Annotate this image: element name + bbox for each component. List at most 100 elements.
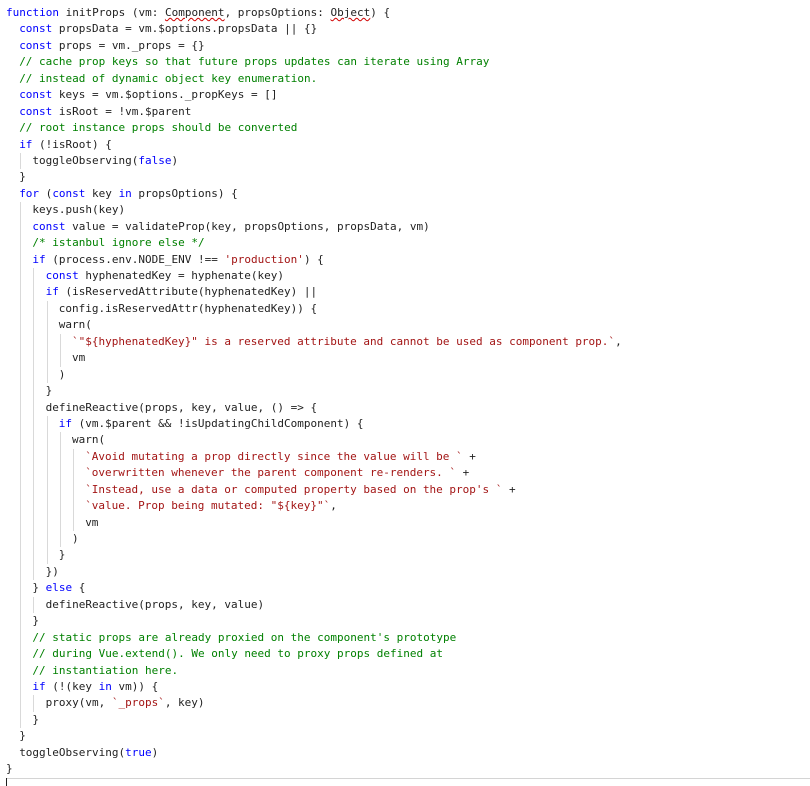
- code-line[interactable]: // cache prop keys so that future props …: [6, 54, 806, 70]
- indent-guide: [20, 415, 22, 433]
- code-token: (isReservedAttribute(hyphenatedKey) ||: [58, 285, 318, 299]
- indent-guide: [20, 498, 22, 515]
- indent-guide: [20, 432, 22, 449]
- indent-guide: [20, 646, 22, 663]
- indent-guide: [20, 695, 22, 712]
- indent-guide: [46, 317, 48, 334]
- code-line[interactable]: }: [6, 383, 806, 400]
- code-line[interactable]: defineReactive(props, key, value, () => …: [6, 399, 806, 416]
- code-line[interactable]: toggleObserving(false): [6, 152, 806, 170]
- code-line[interactable]: if (isReservedAttribute(hyphenatedKey) |…: [6, 284, 806, 301]
- code-line[interactable]: toggleObserving(true): [6, 745, 806, 761]
- code-token: ) {: [303, 252, 324, 266]
- code-area[interactable]: function initProps (vm: Component, props…: [6, 5, 806, 778]
- indent-guide: [33, 317, 35, 334]
- indent-guide: [73, 514, 74, 531]
- code-line[interactable]: }: [6, 169, 806, 185]
- indent-guide: [20, 514, 22, 531]
- indent-guide: [33, 366, 35, 384]
- code-line[interactable]: `overwritten whenever the parent compone…: [6, 465, 806, 482]
- indent-guide: [59, 448, 61, 466]
- code-line[interactable]: // during Vue.extend(). We only need to …: [6, 646, 806, 663]
- code-line[interactable]: const isRoot = !vm.$parent: [6, 104, 806, 120]
- code-line[interactable]: } else {: [6, 580, 806, 597]
- indent-guide: [20, 317, 22, 334]
- code-line[interactable]: /* istanbul ignore else */: [6, 235, 806, 252]
- code-token: props = vm._props = {}: [52, 38, 205, 52]
- keyword-token: function: [6, 6, 59, 19]
- code-line[interactable]: // static props are already proxied on t…: [6, 629, 806, 647]
- code-line[interactable]: // root instance props should be convert…: [6, 120, 806, 136]
- code-line[interactable]: `Instead, use a data or computed propert…: [6, 481, 806, 499]
- string-token: `Instead, use a data or computed propert…: [85, 482, 503, 496]
- code-line[interactable]: `value. Prop being mutated: "${key}"`,: [6, 498, 806, 515]
- code-token: config.isReservedAttr(hyphenatedKey)) {: [58, 301, 318, 315]
- code-line[interactable]: // instantiation here.: [6, 662, 806, 679]
- indent-guide: [20, 202, 22, 219]
- indent-guide: [20, 613, 22, 630]
- code-line[interactable]: }: [6, 711, 806, 729]
- string-token: 'production': [224, 252, 304, 266]
- code-token: initProps (vm:: [58, 6, 165, 19]
- code-token: value = validateProp(key, propsOptions, …: [65, 219, 430, 233]
- code-line[interactable]: }: [6, 547, 806, 564]
- indent-guide: [20, 547, 22, 564]
- code-line[interactable]: `"${hyphenatedKey}" is a reserved attrib…: [6, 333, 806, 351]
- editor-bottom-border: [6, 778, 810, 779]
- code-line[interactable]: vm: [6, 514, 806, 531]
- code-line[interactable]: `Avoid mutating a prop directly since th…: [6, 448, 806, 466]
- indent-guide: [20, 152, 22, 170]
- code-editor[interactable]: function initProps (vm: Component, props…: [0, 0, 810, 786]
- code-line[interactable]: proxy(vm, `_props`, key): [6, 695, 806, 712]
- indent-guide: [20, 662, 22, 679]
- code-line[interactable]: }: [6, 728, 806, 744]
- code-line[interactable]: warn(: [6, 317, 806, 334]
- code-token: defineReactive(props, key, value): [45, 597, 265, 611]
- code-line[interactable]: }: [6, 613, 806, 630]
- code-line[interactable]: const hyphenatedKey = hyphenate(key): [6, 268, 806, 285]
- string-token: `"${hyphenatedKey}" is a reserved attrib…: [72, 334, 616, 348]
- indent-guide: [20, 596, 22, 614]
- indent-guide: [20, 629, 22, 647]
- code-line[interactable]: // instead of dynamic object key enumera…: [6, 71, 806, 87]
- indent-guide: [33, 350, 35, 367]
- code-token: hyphenatedKey = hyphenate(key): [78, 269, 285, 282]
- keyword-token: const: [32, 219, 66, 233]
- indent-guide: [59, 350, 61, 367]
- code-line[interactable]: function initProps (vm: Component, props…: [6, 5, 806, 21]
- code-token: ,: [615, 334, 622, 348]
- code-line[interactable]: ): [6, 366, 806, 384]
- indent-guide: [20, 383, 22, 400]
- indent-guide: [73, 448, 74, 466]
- code-line[interactable]: const propsData = vm.$options.propsData …: [6, 21, 806, 37]
- code-line[interactable]: vm: [6, 350, 806, 367]
- code-token: }: [45, 384, 53, 398]
- code-line[interactable]: keys.push(key): [6, 202, 806, 219]
- code-line[interactable]: const keys = vm.$options._propKeys = []: [6, 87, 806, 103]
- code-line[interactable]: for (const key in propsOptions) {: [6, 186, 806, 202]
- indent-guide: [59, 514, 61, 531]
- indent-guide: [20, 399, 22, 416]
- code-line[interactable]: if (!isRoot) {: [6, 137, 806, 153]
- code-line[interactable]: config.isReservedAttr(hyphenatedKey)) {: [6, 300, 806, 318]
- indent-guide: [20, 218, 22, 236]
- code-token: warn(: [58, 318, 92, 332]
- code-line[interactable]: const value = validateProp(key, propsOpt…: [6, 218, 806, 236]
- code-token: (!isRoot) {: [32, 137, 112, 151]
- code-line[interactable]: const props = vm._props = {}: [6, 38, 806, 54]
- code-line[interactable]: ): [6, 531, 806, 548]
- indent-guide: [46, 514, 48, 531]
- code-token: , key): [164, 696, 205, 710]
- code-line[interactable]: if (!(key in vm)) {: [6, 678, 806, 696]
- code-line[interactable]: warn(: [6, 432, 806, 449]
- indent-guide: [33, 514, 35, 531]
- code-line[interactable]: if (vm.$parent && !isUpdatingChildCompon…: [6, 415, 806, 433]
- code-token: keys = vm.$options._propKeys = []: [52, 88, 278, 102]
- code-line[interactable]: }: [6, 761, 806, 777]
- code-line[interactable]: if (process.env.NODE_ENV !== 'production…: [6, 251, 806, 268]
- code-line[interactable]: }): [6, 563, 806, 581]
- code-line[interactable]: defineReactive(props, key, value): [6, 596, 806, 614]
- indent-guide: [73, 465, 74, 482]
- indent-guide: [73, 481, 74, 499]
- code-token: }: [32, 581, 46, 595]
